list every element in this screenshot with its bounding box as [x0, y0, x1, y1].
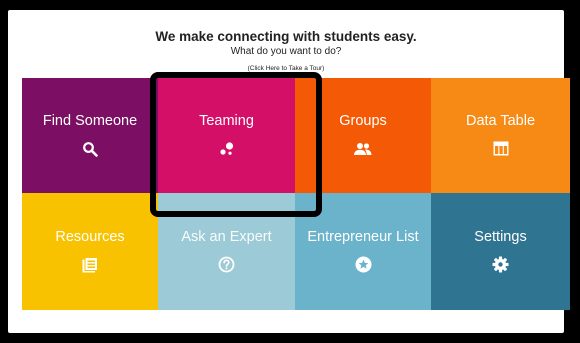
tile-label: Settings — [474, 228, 527, 245]
tile-label: Data Table — [465, 112, 536, 129]
page-subtitle: What do you want to do? — [230, 46, 342, 57]
question-circle-icon — [217, 255, 237, 275]
tile-entrepreneur-list[interactable]: Entrepreneur List — [295, 193, 431, 310]
tile-label: Resources — [55, 228, 125, 245]
page-title: We make connecting with students easy. — [155, 29, 417, 44]
tile-label: Entrepreneur List — [307, 228, 419, 245]
tile-data-table[interactable]: Data Table — [431, 78, 570, 193]
tile-resources[interactable]: Resources — [22, 193, 158, 310]
tile-settings[interactable]: Settings — [431, 193, 570, 310]
table-icon — [491, 139, 511, 159]
screen-edge — [570, 0, 580, 343]
people-icon — [353, 139, 373, 159]
star-circle-icon — [353, 255, 373, 275]
action-tile-grid: Find Someone Teaming Groups Data Table R… — [22, 78, 570, 310]
header: We make connecting with students easy. W… — [8, 10, 564, 75]
document-list-icon — [80, 255, 100, 275]
tile-label: Groups — [339, 112, 387, 129]
tile-ask-an-expert[interactable]: Ask an Expert — [158, 193, 295, 310]
tile-label: Ask an Expert — [181, 228, 272, 245]
search-icon — [80, 139, 100, 159]
take-tour-link[interactable]: (Click Here to Take a Tour) — [248, 65, 325, 72]
tile-find-someone[interactable]: Find Someone — [22, 78, 158, 193]
tile-label: Find Someone — [42, 112, 138, 129]
tile-teaming[interactable]: Teaming — [158, 78, 295, 193]
tile-label: Teaming — [199, 112, 254, 129]
gear-icon — [491, 255, 511, 275]
tile-groups[interactable]: Groups — [295, 78, 431, 193]
teaming-dots-icon — [217, 139, 237, 159]
